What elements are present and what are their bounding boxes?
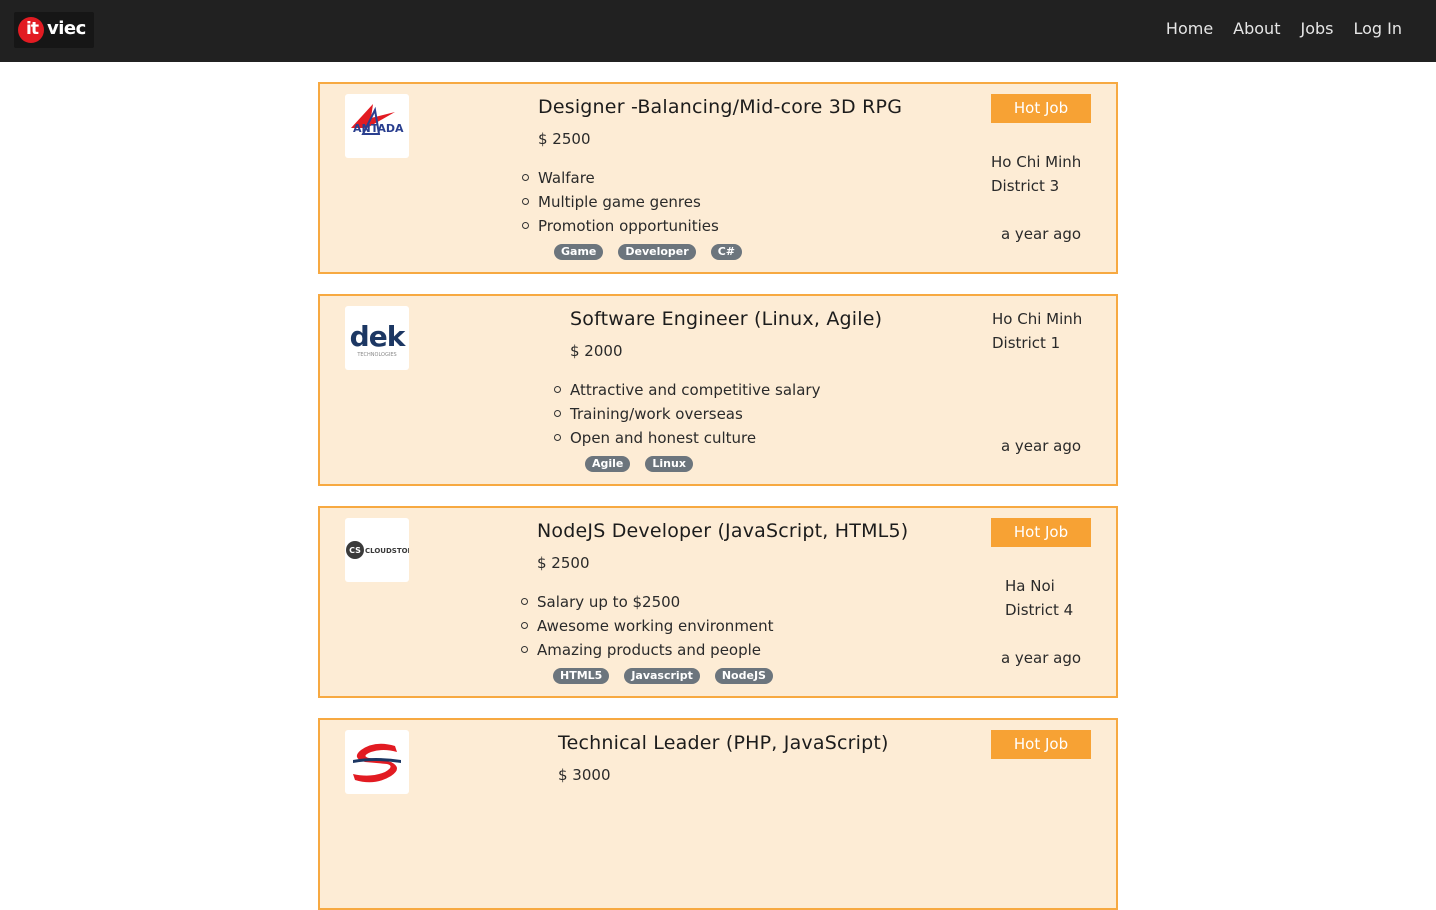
job-location: Ho Chi Minh District 1 — [992, 307, 1082, 355]
company-logo-text: CLOUDSTORM — [365, 547, 409, 555]
benefits-list: Walfare Multiple game genres Promotion o… — [522, 166, 719, 238]
benefits-list: Attractive and competitive salary Traini… — [553, 378, 820, 450]
benefit-item: Open and honest culture — [553, 426, 820, 450]
location-district: District 4 — [1005, 601, 1074, 619]
benefit-item: Salary up to $2500 — [521, 590, 774, 614]
company-logo-subtext: TECHNOLOGIES — [356, 352, 396, 358]
nav-link-login[interactable]: Log In — [1353, 19, 1402, 38]
navbar: it viec Home About Jobs Log In — [0, 0, 1436, 62]
company-logo-s[interactable] — [345, 730, 409, 794]
posted-time: a year ago — [1000, 437, 1082, 455]
logo-text-viec: viec — [47, 18, 86, 39]
posted-time: a year ago — [1000, 225, 1082, 243]
job-salary: $ 2000 — [570, 342, 623, 360]
benefit-item: Promotion opportunities — [522, 214, 719, 238]
job-salary: $ 3000 — [558, 766, 611, 784]
job-card[interactable]: CS CLOUDSTORM NodeJS Developer (JavaScri… — [318, 506, 1118, 698]
benefit-item: Attractive and competitive salary — [553, 378, 820, 402]
hot-job-badge: Hot Job — [991, 94, 1091, 123]
tag-game[interactable]: Game — [554, 244, 604, 260]
job-card[interactable]: ANTADA Designer -Balancing/Mid-core 3D R… — [318, 82, 1118, 274]
job-title[interactable]: Technical Leader (PHP, JavaScript) — [558, 732, 889, 754]
benefit-item: Training/work overseas — [553, 402, 820, 426]
job-card[interactable]: dek TECHNOLOGIES Software Engineer (Linu… — [318, 294, 1118, 486]
location-city: Ha Noi — [1005, 577, 1055, 595]
job-salary: $ 2500 — [538, 130, 591, 148]
company-logo-antada[interactable]: ANTADA — [345, 94, 409, 158]
location-city: Ho Chi Minh — [992, 310, 1083, 328]
benefit-item: Awesome working environment — [521, 614, 774, 638]
posted-time: a year ago — [1000, 649, 1082, 667]
location-district: District 1 — [992, 334, 1061, 352]
benefit-item: Walfare — [522, 166, 719, 190]
tag-csharp[interactable]: C# — [710, 244, 742, 260]
job-salary: $ 2500 — [537, 554, 590, 572]
tag-linux[interactable]: Linux — [645, 456, 693, 472]
hot-job-badge: Hot Job — [991, 518, 1091, 547]
job-title[interactable]: Software Engineer (Linux, Agile) — [570, 308, 882, 330]
company-logo-dek[interactable]: dek TECHNOLOGIES — [345, 306, 409, 370]
company-logo-initials: CS — [349, 546, 361, 555]
benefit-item: Amazing products and people — [521, 638, 774, 662]
company-logo-cloudstorm[interactable]: CS CLOUDSTORM — [345, 518, 409, 582]
nav-link-about[interactable]: About — [1233, 19, 1280, 38]
nav-link-jobs[interactable]: Jobs — [1300, 19, 1333, 38]
tag-nodejs[interactable]: NodeJS — [714, 668, 773, 684]
logo-text-it: it — [26, 19, 39, 39]
location-city: Ho Chi Minh — [991, 153, 1082, 171]
job-title[interactable]: NodeJS Developer (JavaScript, HTML5) — [537, 520, 908, 542]
job-location: Ha Noi District 4 — [1005, 574, 1073, 622]
tag-agile[interactable]: Agile — [585, 456, 631, 472]
itviec-logo[interactable]: it viec — [14, 12, 94, 48]
tag-developer[interactable]: Developer — [618, 244, 696, 260]
benefit-item: Multiple game genres — [522, 190, 719, 214]
tag-javascript[interactable]: Javascript — [624, 668, 700, 684]
hot-job-badge: Hot Job — [991, 730, 1091, 759]
nav-link-home[interactable]: Home — [1166, 19, 1213, 38]
nav-links: Home About Jobs Log In — [1146, 19, 1402, 38]
location-district: District 3 — [991, 177, 1060, 195]
tag-list: Agile Linux — [585, 456, 708, 472]
company-logo-text: dek — [350, 320, 407, 353]
job-location: Ho Chi Minh District 3 — [991, 150, 1081, 198]
tag-list: Game Developer C# — [554, 244, 757, 260]
tag-list: HTML5 Javascript NodeJS — [553, 668, 788, 684]
benefits-list: Salary up to $2500 Awesome working envir… — [521, 590, 774, 662]
job-card[interactable]: Technical Leader (PHP, JavaScript) $ 300… — [318, 718, 1118, 910]
company-logo-text: ANTADA — [353, 122, 404, 135]
job-title[interactable]: Designer -Balancing/Mid-core 3D RPG — [538, 96, 902, 118]
tag-html5[interactable]: HTML5 — [553, 668, 610, 684]
